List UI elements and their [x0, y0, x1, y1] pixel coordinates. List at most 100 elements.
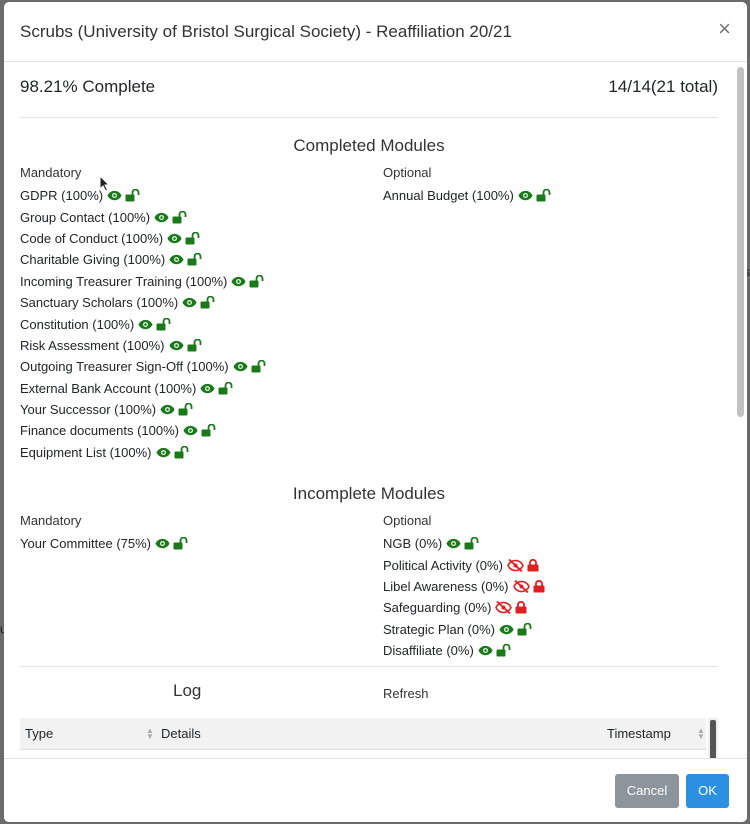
- eye-icon[interactable]: [155, 538, 170, 549]
- module-item: Disaffiliate (0%): [383, 640, 718, 661]
- unlock-icon[interactable]: [174, 445, 189, 459]
- log-title: Log: [173, 681, 202, 700]
- unlock-icon[interactable]: [187, 338, 202, 352]
- module-label: Outgoing Treasurer Sign-Off (100%): [20, 359, 229, 375]
- module-label: Incoming Treasurer Training (100%): [20, 273, 228, 289]
- module-label: Strategic Plan (0%): [383, 621, 495, 637]
- unlock-icon[interactable]: [185, 231, 200, 245]
- dialog-scrollbar[interactable]: [737, 63, 745, 759]
- unlock-icon[interactable]: [200, 296, 215, 309]
- eye-icon[interactable]: [200, 383, 215, 394]
- eye-icon[interactable]: [138, 319, 153, 330]
- column-header-type[interactable]: Type: [25, 726, 53, 741]
- module-label: NGB (0%): [383, 536, 443, 552]
- module-item: Annual Budget (100%): [383, 185, 718, 206]
- lock-icon[interactable]: [515, 601, 527, 614]
- ok-button[interactable]: OK: [686, 774, 729, 808]
- column-header-details[interactable]: Details: [161, 726, 201, 741]
- module-item: Incoming Treasurer Training (100%): [20, 271, 380, 292]
- eye-icon[interactable]: [169, 254, 184, 265]
- module-label: Sanctuary Scholars (100%): [20, 295, 179, 311]
- module-label: Group Contact (100%): [20, 209, 151, 225]
- close-button[interactable]: ×: [718, 18, 731, 40]
- incomplete-mandatory-list: Mandatory Your Committee (75%): [20, 512, 380, 554]
- unlock-icon[interactable]: [187, 253, 202, 266]
- incomplete-optional-list: Optional NGB (0%) Political Activity (0%)…: [383, 512, 718, 661]
- eye-icon[interactable]: [182, 297, 197, 308]
- module-label: Equipment List (100%): [20, 444, 152, 460]
- module-item: Safeguarding (0%): [383, 597, 718, 618]
- module-label: Disaffiliate (0%): [383, 643, 474, 659]
- eye-icon[interactable]: [155, 447, 171, 458]
- eye-icon[interactable]: [167, 233, 182, 244]
- module-label: Code of Conduct (100%): [20, 230, 164, 246]
- unlock-icon[interactable]: [125, 189, 140, 202]
- completion-count: 14/14(21 total): [608, 77, 718, 96]
- eye-icon[interactable]: [231, 276, 246, 287]
- lock-icon[interactable]: [527, 558, 539, 572]
- incomplete-modules: Mandatory Your Committee (75%) Optional …: [20, 512, 718, 666]
- module-label: External Bank Account (100%): [20, 380, 197, 396]
- unlock-icon[interactable]: [249, 274, 264, 288]
- module-item: Risk Assessment (100%): [20, 335, 380, 356]
- unlock-icon[interactable]: [496, 644, 511, 657]
- unlock-icon[interactable]: [172, 210, 187, 224]
- optional-label: Optional: [383, 165, 432, 180]
- eye-icon[interactable]: [168, 340, 184, 351]
- module-label: Your Successor (100%): [20, 402, 157, 418]
- module-label: Libel Awareness (0%): [383, 578, 509, 594]
- completed-mandatory-list: Mandatory GDPR (100%) Group Contact (100%…: [20, 164, 380, 463]
- unlock-icon[interactable]: [251, 360, 266, 373]
- module-label: Constitution (100%): [20, 316, 135, 332]
- module-label: Your Committee (75%): [20, 536, 152, 552]
- unlock-icon[interactable]: [178, 403, 193, 416]
- completed-optional-list: Optional Annual Budget (100%): [383, 164, 718, 206]
- module-item: Equipment List (100%): [20, 442, 380, 463]
- cancel-button[interactable]: Cancel: [615, 774, 679, 808]
- module-item: Constitution (100%): [20, 313, 380, 334]
- eye-icon[interactable]: [160, 404, 175, 415]
- scrollbar-thumb[interactable]: [737, 67, 744, 417]
- log-table-header: Type ▲ ▼ Details Timestamp ▲ ▼: [20, 718, 706, 750]
- lock-icon[interactable]: [533, 579, 545, 593]
- module-label: Safeguarding (0%): [383, 600, 492, 616]
- eye-slash-icon[interactable]: [507, 558, 524, 572]
- dialog-footer: Cancel OK: [4, 758, 747, 822]
- completed-modules: Mandatory GDPR (100%) Group Contact (100%…: [20, 164, 718, 464]
- module-item: Group Contact (100%): [20, 206, 380, 227]
- progress-summary: 98.21% Complete 14/14(21 total): [20, 63, 718, 118]
- refresh-button[interactable]: Refresh: [383, 686, 429, 701]
- module-label: GDPR (100%): [20, 188, 104, 204]
- eye-icon[interactable]: [518, 190, 533, 201]
- module-item: GDPR (100%): [20, 185, 380, 206]
- eye-slash-icon[interactable]: [495, 601, 513, 615]
- reaffiliation-dialog: Scrubs (University of Bristol Surgical S…: [4, 2, 747, 822]
- module-label: Finance documents (100%): [20, 423, 179, 439]
- module-label: Annual Budget (100%): [383, 188, 514, 204]
- unlock-icon[interactable]: [218, 381, 233, 395]
- module-item: Political Activity (0%): [383, 554, 718, 575]
- mandatory-label: Mandatory: [20, 165, 82, 180]
- unlock-icon[interactable]: [173, 537, 188, 550]
- completed-modules-title: Completed Modules: [293, 136, 445, 155]
- module-item: NGB (0%): [383, 533, 718, 554]
- unlock-icon[interactable]: [156, 317, 171, 331]
- eye-icon[interactable]: [233, 361, 248, 372]
- incomplete-modules-title: Incomplete Modules: [292, 484, 446, 503]
- eye-slash-icon[interactable]: [512, 579, 530, 593]
- eye-icon[interactable]: [446, 538, 461, 549]
- unlock-icon[interactable]: [536, 189, 551, 202]
- module-item: Your Successor (100%): [20, 399, 380, 420]
- eye-icon[interactable]: [183, 425, 198, 436]
- module-label: Charitable Giving (100%): [20, 252, 166, 268]
- eye-icon[interactable]: [499, 624, 514, 635]
- unlock-icon[interactable]: [201, 424, 216, 437]
- module-item: Libel Awareness (0%): [383, 576, 718, 597]
- eye-icon[interactable]: [154, 212, 169, 223]
- module-item: Outgoing Treasurer Sign-Off (100%): [20, 356, 380, 377]
- unlock-icon[interactable]: [464, 537, 479, 550]
- unlock-icon[interactable]: [517, 622, 532, 636]
- table-scrollbar[interactable]: [708, 718, 718, 759]
- eye-icon[interactable]: [478, 645, 493, 656]
- column-header-timestamp[interactable]: Timestamp: [607, 726, 671, 741]
